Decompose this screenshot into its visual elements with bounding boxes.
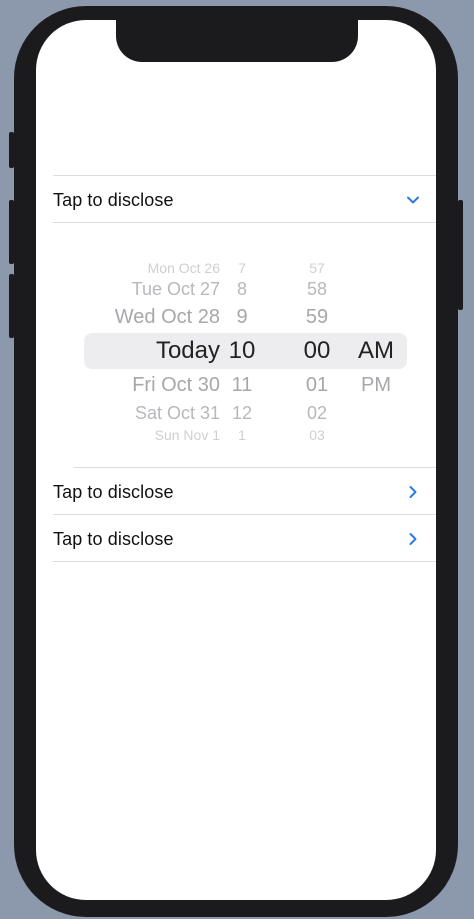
disclosure-row-label: Tap to disclose [53,528,174,549]
side-button [458,200,463,310]
picker-minute-item[interactable]: 02 [297,404,337,422]
picker-hour-item[interactable]: 7 [227,261,257,275]
disclosure-row-2[interactable]: Tap to disclose [36,469,436,515]
picker-date-item[interactable]: Wed Oct 28 [115,307,220,327]
picker-date-item[interactable]: Sat Oct 31 [135,404,220,422]
picker-minute-item[interactable]: 57 [297,261,337,275]
picker-date-item[interactable]: Fri Oct 30 [132,375,220,395]
picker-hour-selected[interactable]: 10 [227,339,257,363]
picker-minute-selected[interactable]: 00 [297,339,337,363]
separator [53,514,436,515]
picker-ampm-selected[interactable]: AM [356,339,396,363]
picker-hour-item[interactable]: 8 [227,280,257,298]
disclosure-row-3[interactable]: Tap to disclose [36,516,436,562]
separator [53,175,436,176]
chevron-right-icon [409,533,417,545]
volume-down-button [9,274,14,338]
picker-date-selected[interactable]: Today [156,339,220,363]
mute-switch [9,132,14,168]
picker-hour-item[interactable]: 1 [227,428,257,442]
chevron-down-icon [407,196,419,204]
notch [116,20,358,62]
picker-minute-item[interactable]: 59 [297,307,337,327]
picker-minute-item[interactable]: 01 [297,375,337,395]
picker-date-item[interactable]: Tue Oct 27 [132,280,220,298]
disclosure-row-label: Tap to disclose [53,189,174,210]
picker-hour-item[interactable]: 11 [227,375,257,395]
separator [74,467,436,468]
picker-minute-item[interactable]: 58 [297,280,337,298]
picker-date-item[interactable]: Mon Oct 26 [148,261,220,275]
screen: Tap to disclose Mon Oct 26 Tue Oct 27 We… [36,20,436,900]
disclosure-row-1[interactable]: Tap to disclose [36,177,436,223]
chevron-right-icon [409,486,417,498]
disclosure-row-label: Tap to disclose [53,481,174,502]
picker-hour-item[interactable]: 9 [227,307,257,327]
picker-date-item[interactable]: Sun Nov 1 [155,428,220,442]
separator [53,222,436,223]
picker-minute-item[interactable]: 03 [297,428,337,442]
separator [53,561,436,562]
phone-frame: Tap to disclose Mon Oct 26 Tue Oct 27 We… [9,6,463,917]
volume-up-button [9,200,14,264]
picker-hour-item[interactable]: 12 [227,404,257,422]
picker-ampm-item[interactable]: PM [356,375,396,395]
date-time-picker[interactable]: Mon Oct 26 Tue Oct 27 Wed Oct 28 Today F… [36,252,436,460]
